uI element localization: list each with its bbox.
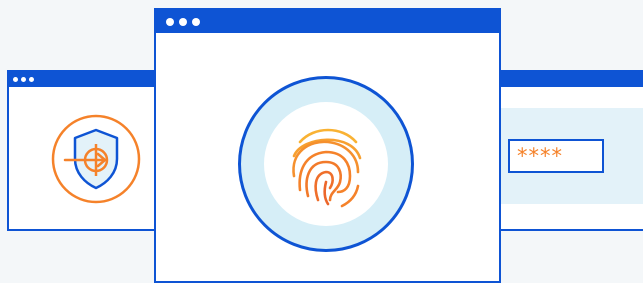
window-dots [13, 77, 34, 82]
right-window-titlebar [482, 72, 643, 87]
password-field[interactable]: **** [508, 139, 604, 173]
left-window-titlebar [9, 72, 165, 87]
fingerprint-badge[interactable] [264, 102, 388, 226]
window-dot [13, 77, 18, 82]
window-dot [166, 18, 174, 26]
window-dots [166, 18, 200, 26]
fingerprint-ring [238, 76, 414, 252]
window-dot [29, 77, 34, 82]
left-window [7, 70, 167, 231]
right-window: **** [480, 70, 643, 231]
fingerprint-icon [292, 128, 362, 208]
window-dot [192, 18, 200, 26]
center-window [154, 8, 501, 283]
window-dot [21, 77, 26, 82]
center-window-titlebar [156, 10, 499, 33]
shield-login-icon [51, 114, 141, 204]
window-dot [179, 18, 187, 26]
